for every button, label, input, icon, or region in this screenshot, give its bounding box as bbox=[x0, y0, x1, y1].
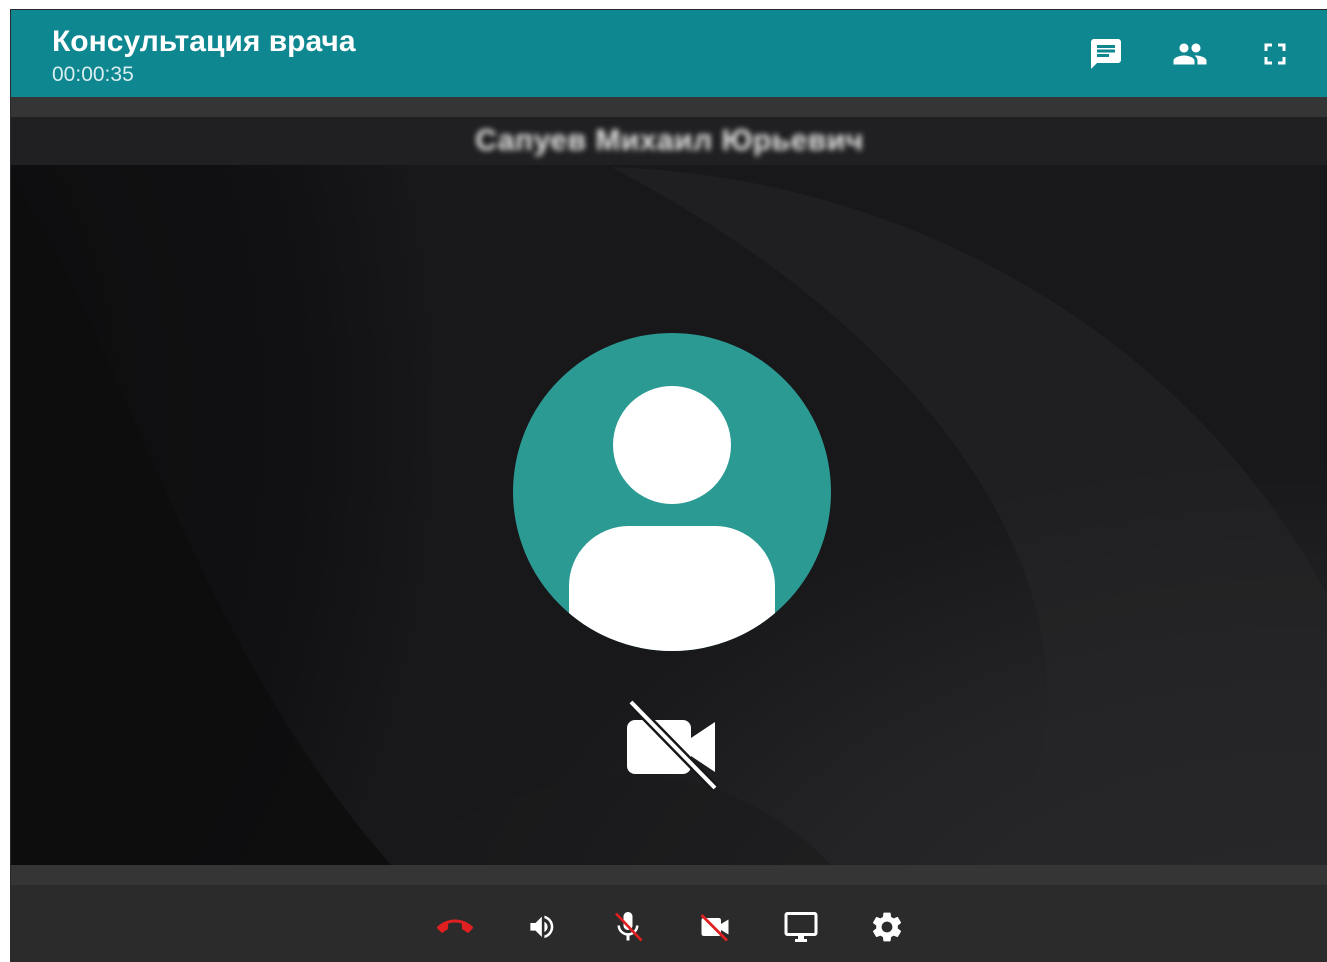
participants-button[interactable] bbox=[1170, 34, 1210, 74]
call-header: Консультация врача 00:00:35 bbox=[11, 10, 1327, 97]
fullscreen-button[interactable] bbox=[1255, 34, 1295, 74]
avatar-head bbox=[613, 386, 731, 504]
bottom-divider bbox=[11, 865, 1327, 885]
fullscreen-icon bbox=[1264, 43, 1286, 65]
camera-off-icon bbox=[700, 914, 729, 942]
hangup-button[interactable] bbox=[432, 907, 478, 947]
call-controls bbox=[11, 885, 1327, 962]
video-call-window: Консультация врача 00:00:35 Сапуев Михаи… bbox=[10, 9, 1327, 962]
people-icon bbox=[1173, 43, 1207, 65]
chat-icon bbox=[1091, 39, 1121, 69]
participant-avatar bbox=[513, 333, 831, 651]
mic-off-icon bbox=[615, 912, 643, 942]
call-title: Консультация врача bbox=[52, 25, 356, 58]
screen-share-button[interactable] bbox=[778, 907, 824, 947]
gear-icon bbox=[872, 912, 902, 942]
call-timer: 00:00:35 bbox=[52, 63, 134, 86]
camera-toggle-button[interactable] bbox=[692, 907, 738, 947]
chat-button[interactable] bbox=[1086, 34, 1126, 74]
participant-name: Сапуев Михаил Юрьевич bbox=[475, 124, 864, 157]
screen-share-icon bbox=[784, 912, 818, 942]
avatar-body bbox=[569, 526, 775, 651]
video-off-icon bbox=[627, 700, 719, 792]
mic-toggle-button[interactable] bbox=[605, 907, 651, 947]
hangup-icon bbox=[437, 919, 473, 933]
video-stage: Сапуев Михаил Юрьевич bbox=[11, 117, 1327, 865]
settings-button[interactable] bbox=[864, 907, 910, 947]
volume-button[interactable] bbox=[519, 907, 565, 947]
volume-icon bbox=[530, 915, 554, 939]
top-divider bbox=[11, 97, 1327, 117]
